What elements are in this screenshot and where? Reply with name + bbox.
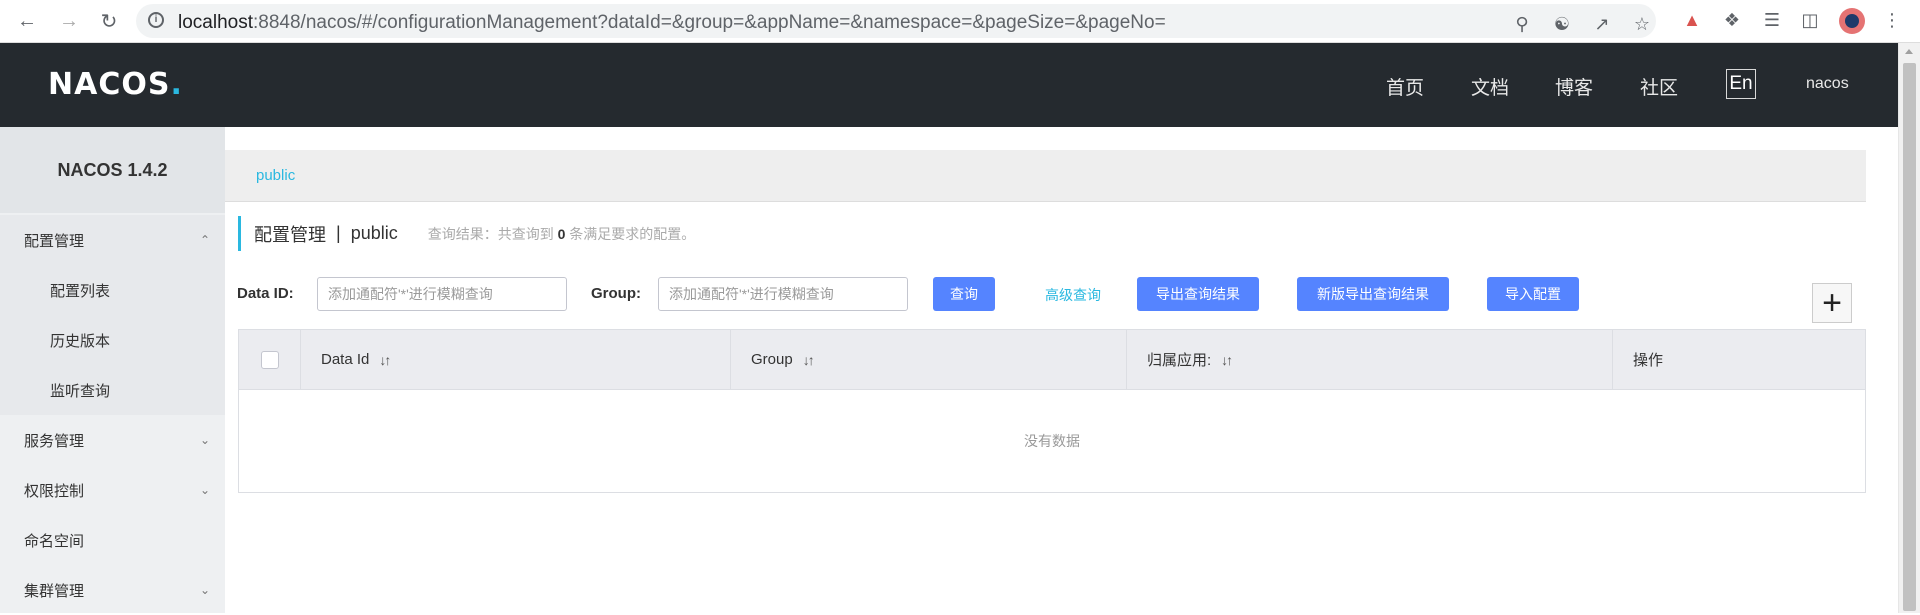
sort-icon[interactable]: ↓↑ — [379, 352, 391, 368]
app-header: NACOS. 首页 文档 博客 社区 En nacos — [0, 43, 1898, 127]
column-label: 操作 — [1633, 352, 1664, 369]
version-title: NACOS 1.4.2 — [0, 127, 225, 213]
side-panel-icon[interactable]: ◫ — [1798, 8, 1822, 32]
page-scrollbar[interactable] — [1898, 43, 1920, 613]
column-label: 归属应用: — [1147, 352, 1212, 369]
column-label: Data Id — [321, 351, 370, 368]
empty-state-text: 没有数据 — [1024, 433, 1080, 449]
extension-icon[interactable]: ▲ — [1680, 8, 1704, 32]
result-hint: 查询结果：共查询到 0 条满足要求的配置。 — [427, 225, 696, 242]
scroll-up-arrow-icon[interactable] — [1905, 49, 1913, 54]
column-header-actions: 操作 — [1613, 330, 1865, 389]
sidebar-item-access-control[interactable]: 权限控制 ⌄ — [0, 465, 225, 515]
query-button[interactable]: 查询 — [933, 277, 995, 311]
page-title: 配置管理 — [254, 224, 326, 245]
table-header: Data Id ↓↑ Group ↓↑ 归属应用: ↓↑ 操作 — [239, 330, 1865, 390]
back-icon[interactable]: ← — [14, 8, 40, 34]
add-config-button[interactable]: + — [1812, 283, 1852, 323]
scrollbar-thumb[interactable] — [1903, 63, 1916, 611]
import-config-button[interactable]: 导入配置 — [1487, 277, 1579, 311]
namespace-public-link[interactable]: public — [256, 167, 295, 184]
sidebar-item-label: 配置管理 — [24, 232, 85, 250]
group-input[interactable] — [658, 277, 908, 311]
nacos-logo[interactable]: NACOS. — [48, 67, 183, 102]
title-separator: | — [336, 223, 341, 243]
sort-icon[interactable]: ↓↑ — [1221, 352, 1233, 368]
share-icon[interactable]: ↗ — [1590, 12, 1614, 36]
sidebar-item-label: 监听查询 — [50, 382, 111, 400]
browser-toolbar: ← → ↻ i localhost:8848/nacos/#/configura… — [0, 0, 1920, 43]
dataid-input[interactable] — [317, 277, 567, 311]
group-label: Group: — [591, 285, 641, 302]
sidebar-item-config-list[interactable]: 配置列表 — [0, 265, 225, 315]
forward-icon[interactable]: → — [56, 8, 82, 34]
sidebar-item-label: 权限控制 — [24, 482, 85, 500]
sidebar-item-cluster-management[interactable]: 集群管理 ⌄ — [0, 565, 225, 615]
puzzle-icon[interactable]: ❖ — [1720, 8, 1744, 32]
chevron-up-icon: ⌃ — [199, 233, 211, 247]
dataid-label: Data ID: — [237, 285, 294, 302]
column-header-data-id[interactable]: Data Id ↓↑ — [301, 330, 731, 389]
translate-icon[interactable]: ☯ — [1550, 12, 1574, 36]
chevron-down-icon: ⌄ — [199, 483, 211, 497]
profile-avatar[interactable] — [1839, 8, 1865, 34]
page-title-row: 配置管理 | public 查询结果：共查询到 0 条满足要求的配置。 — [238, 216, 695, 251]
bookmark-star-icon[interactable]: ☆ — [1630, 12, 1654, 36]
sidebar-item-listener-query[interactable]: 监听查询 — [0, 365, 225, 415]
main-content: public 配置管理 | public 查询结果：共查询到 0 条满足要求的配… — [225, 127, 1898, 613]
chevron-down-icon: ⌄ — [199, 583, 211, 597]
address-bar[interactable]: i localhost:8848/nacos/#/configurationMa… — [136, 4, 1656, 38]
user-name[interactable]: nacos — [1806, 75, 1849, 93]
sidebar: NACOS 1.4.2 配置管理 ⌃ 配置列表 历史版本 监听查询 服务管理 ⌄… — [0, 127, 225, 613]
more-menu-icon[interactable]: ⋮ — [1880, 8, 1904, 32]
sort-icon[interactable]: ↓↑ — [803, 352, 815, 368]
sidebar-item-label: 历史版本 — [50, 332, 111, 350]
sidebar-item-config-management[interactable]: 配置管理 ⌃ — [0, 215, 225, 265]
address-url[interactable]: localhost:8848/nacos/#/configurationMana… — [178, 12, 1166, 34]
reading-list-icon[interactable]: ☰ — [1760, 8, 1784, 32]
sidebar-item-label: 集群管理 — [24, 582, 85, 600]
sidebar-item-label: 服务管理 — [24, 432, 85, 450]
column-header-app[interactable]: 归属应用: ↓↑ — [1127, 330, 1613, 389]
chevron-down-icon: ⌄ — [199, 433, 211, 447]
column-header-group[interactable]: Group ↓↑ — [731, 330, 1127, 389]
language-toggle[interactable]: En — [1726, 69, 1756, 99]
select-all-checkbox[interactable] — [261, 350, 279, 369]
sidebar-item-namespace[interactable]: 命名空间 — [0, 515, 225, 565]
sidebar-item-service-management[interactable]: 服务管理 ⌄ — [0, 415, 225, 465]
export-results-button[interactable]: 导出查询结果 — [1137, 277, 1259, 311]
new-export-results-button[interactable]: 新版导出查询结果 — [1297, 277, 1449, 311]
reload-icon[interactable]: ↻ — [96, 8, 122, 34]
nav-blog[interactable]: 博客 — [1555, 73, 1593, 100]
key-icon[interactable]: ⚲ — [1510, 12, 1534, 36]
sidebar-item-label: 命名空间 — [24, 532, 85, 550]
config-table: Data Id ↓↑ Group ↓↑ 归属应用: ↓↑ 操作 没有数据 — [238, 329, 1866, 493]
advanced-query-link[interactable]: 高级查询 — [1045, 285, 1101, 305]
column-label: Group — [751, 351, 793, 368]
nav-home[interactable]: 首页 — [1386, 73, 1424, 100]
sidebar-item-label: 配置列表 — [50, 282, 111, 300]
nav-docs[interactable]: 文档 — [1471, 73, 1509, 100]
sidebar-item-history[interactable]: 历史版本 — [0, 315, 225, 365]
site-info-icon[interactable]: i — [148, 12, 164, 28]
page-namespace: public — [350, 223, 398, 243]
nav-community[interactable]: 社区 — [1640, 73, 1678, 100]
select-all-cell — [239, 330, 301, 389]
namespace-bar: public — [225, 150, 1866, 202]
